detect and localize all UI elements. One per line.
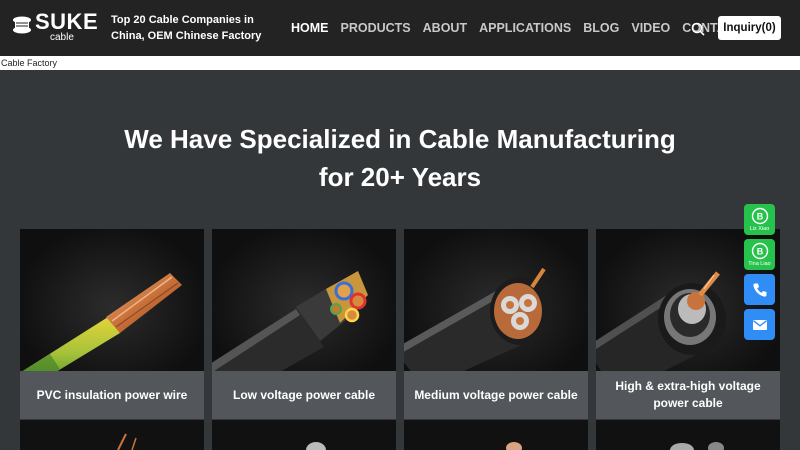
- hero-line-2: for 20+ Years: [318, 162, 482, 192]
- product-caption[interactable]: High & extra-high voltage power cable: [596, 371, 780, 419]
- site-header: SUKE cable Top 20 Cable Companies in Chi…: [0, 0, 800, 56]
- cable-spool-icon: [13, 16, 31, 34]
- search-icon[interactable]: [691, 22, 705, 36]
- product-card[interactable]: Low voltage power cable: [212, 229, 396, 419]
- product-card-partial[interactable]: [212, 420, 396, 450]
- nav-video[interactable]: VIDEO: [631, 21, 670, 35]
- product-caption[interactable]: Low voltage power cable: [212, 371, 396, 419]
- product-card[interactable]: PVC insulation power wire: [20, 229, 204, 419]
- breadcrumb: Cable Factory: [0, 56, 800, 70]
- product-card[interactable]: Medium voltage power cable: [404, 229, 588, 419]
- svg-text:B: B: [756, 247, 763, 257]
- mail-icon: [752, 319, 767, 330]
- product-card-partial[interactable]: [20, 420, 204, 450]
- phone-contact-button[interactable]: [744, 274, 775, 305]
- phone-icon: [752, 283, 766, 297]
- site-tagline: Top 20 Cable Companies in China, OEM Chi…: [111, 14, 262, 42]
- nav-home[interactable]: HOME: [291, 21, 329, 35]
- logo-subtitle: cable: [50, 32, 74, 43]
- contact-name: Tina Liao: [748, 261, 771, 267]
- product-card-partial[interactable]: [404, 420, 588, 450]
- suke-logo[interactable]: SUKE cable: [12, 9, 98, 43]
- product-caption[interactable]: PVC insulation power wire: [20, 371, 204, 419]
- product-image: [212, 229, 396, 399]
- nav-blog[interactable]: BLOG: [583, 21, 619, 35]
- nav-applications[interactable]: APPLICATIONS: [479, 21, 571, 35]
- hero-line-1: We Have Specialized in Cable Manufacturi…: [124, 124, 676, 154]
- product-image: [20, 229, 204, 394]
- whatsapp-contact-button[interactable]: B Tina Liao: [744, 239, 775, 270]
- email-contact-button[interactable]: [744, 309, 775, 340]
- product-caption[interactable]: Medium voltage power cable: [404, 371, 588, 419]
- nav-products[interactable]: PRODUCTS: [341, 21, 411, 35]
- product-image: [404, 229, 588, 389]
- main-nav: HOME PRODUCTS ABOUT APPLICATIONS BLOG VI…: [291, 21, 754, 35]
- svg-text:B: B: [756, 212, 763, 222]
- whatsapp-icon: B: [751, 207, 768, 225]
- product-card-partial[interactable]: [596, 420, 780, 450]
- whatsapp-icon: B: [751, 242, 768, 260]
- hero-heading: We Have Specialized in Cable Manufacturi…: [100, 120, 700, 196]
- whatsapp-contact-button[interactable]: B Liz Xiao: [744, 204, 775, 235]
- inquiry-button[interactable]: Inquiry(0): [718, 16, 781, 40]
- contact-name: Liz Xiao: [749, 226, 770, 232]
- breadcrumb-current[interactable]: Cable Factory: [1, 58, 57, 68]
- nav-about[interactable]: ABOUT: [423, 21, 467, 35]
